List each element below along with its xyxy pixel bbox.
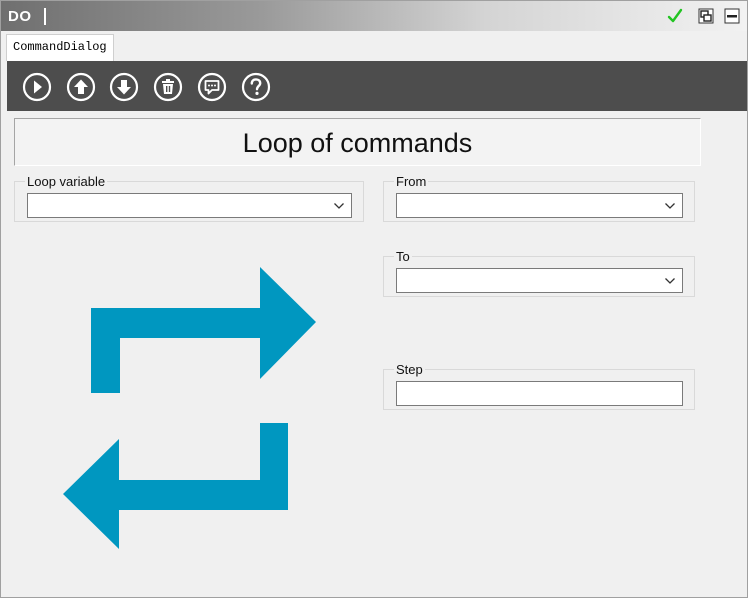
tab-command-dialog[interactable]: CommandDialog: [6, 34, 114, 61]
restore-icon[interactable]: [698, 8, 714, 24]
help-icon[interactable]: [241, 72, 271, 102]
page-title: Loop of commands: [242, 128, 473, 158]
command-dialog-window: DO CommandDialog Loop of commands Loop v…: [0, 0, 748, 598]
chevron-down-icon: [665, 278, 675, 284]
step-input[interactable]: [396, 381, 683, 406]
header-panel: Loop of commands: [14, 118, 701, 166]
check-icon[interactable]: [667, 8, 683, 24]
delete-icon[interactable]: [153, 72, 183, 102]
move-down-icon[interactable]: [109, 72, 139, 102]
run-icon[interactable]: [22, 72, 52, 102]
step-group: Step: [383, 362, 695, 410]
move-up-icon[interactable]: [66, 72, 96, 102]
minimize-icon[interactable]: [724, 8, 740, 24]
window-title: DO: [8, 8, 32, 25]
chevron-down-icon: [665, 203, 675, 209]
title-caret: [44, 8, 46, 25]
step-label: Step: [394, 362, 425, 377]
toolbar: [7, 61, 747, 111]
comment-icon[interactable]: [197, 72, 227, 102]
from-label: From: [394, 174, 429, 189]
to-label: To: [394, 249, 412, 264]
title-bar: DO: [1, 1, 747, 31]
loop-variable-group: Loop variable: [14, 174, 364, 222]
loop-variable-label: Loop variable: [25, 174, 108, 189]
to-group: To: [383, 249, 695, 297]
chevron-down-icon: [334, 203, 344, 209]
to-select[interactable]: [396, 268, 683, 293]
from-select[interactable]: [396, 193, 683, 218]
loop-variable-select[interactable]: [27, 193, 352, 218]
tab-strip: CommandDialog: [1, 31, 747, 61]
loop-arrows-icon: [63, 267, 316, 549]
from-group: From: [383, 174, 695, 222]
